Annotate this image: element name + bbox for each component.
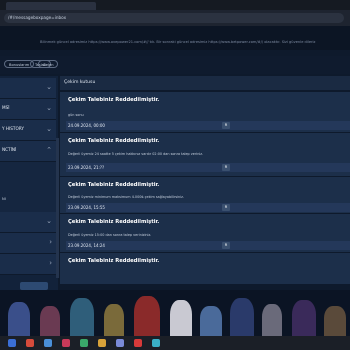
message-body: gün sonu	[68, 113, 84, 117]
message-title: Çekim Talebiniz Reddedilmiştir.	[68, 219, 160, 225]
sidebar-item-history[interactable]: Y HISTORY ⌄	[0, 120, 56, 141]
message-date: 24.09.2024, 00:00	[68, 123, 105, 128]
chevron-right-icon: ›	[49, 259, 52, 267]
sidebar-item-2[interactable]: MSİ ⌄	[0, 99, 56, 120]
message-card[interactable]: Çekim Talebiniz Reddedilmiştir.	[60, 253, 350, 284]
message-date: 23.09.2024, 21:??	[68, 165, 105, 170]
message-date: 23.09.2024, 14:24	[68, 243, 105, 248]
os-taskbar	[0, 336, 350, 350]
read-button[interactable]: R	[222, 242, 230, 249]
promo-banner	[0, 290, 350, 336]
sidebar-item-6[interactable]: ›	[0, 233, 56, 254]
app-icon[interactable]	[134, 339, 142, 347]
site-header	[0, 26, 350, 50]
chevron-up-icon: ⌃	[46, 146, 52, 154]
app-icon[interactable]	[116, 339, 124, 347]
message-date-bar: 23.09.2024, 21:?? R	[66, 163, 350, 172]
message-date-bar: 23.09.2024, 15:55 R	[66, 203, 350, 212]
app-icon[interactable]	[152, 339, 160, 347]
announcement-ticker: Bilinmek güncel adresimiz https://www.ov…	[40, 40, 316, 44]
message-title: Çekim Talebiniz Reddedilmiştir.	[68, 97, 160, 103]
message-body: Değerli üyemiz 24 saatte 5 çekim hakkını…	[68, 152, 204, 156]
message-list: Çekim Talebiniz Reddedilmiştir. gün sonu…	[60, 92, 350, 284]
chevron-down-icon: ⌄	[46, 217, 52, 225]
sidebar-submenu: NI	[0, 162, 56, 212]
app-icon[interactable]	[26, 339, 34, 347]
page-title: Çekim kutusu	[64, 80, 96, 85]
sidebar-item-label: MSİ	[2, 105, 10, 110]
chevron-down-icon: ⌄	[46, 104, 52, 112]
message-title: Çekim Talebiniz Reddedilmiştir.	[68, 182, 160, 188]
sidebar-action-button[interactable]	[20, 282, 48, 290]
sidebar-item-1[interactable]: ⌄	[0, 78, 56, 99]
start-icon[interactable]	[8, 339, 16, 347]
app-icon[interactable]	[62, 339, 70, 347]
message-body: Değerli üyemiz minimum maksimum 4.000₺ ç…	[68, 195, 184, 199]
read-button[interactable]: R	[222, 122, 230, 129]
message-body: Değerli üyemiz 15:00 dan sonra talep ver…	[68, 233, 152, 237]
url-field[interactable]: /#/messageboxpage=inbox	[4, 13, 344, 23]
chevron-right-icon: ›	[49, 238, 52, 246]
sidebar-item-label: NCTİNİ	[2, 147, 17, 152]
message-date: 23.09.2024, 15:55	[68, 205, 105, 210]
app-icon[interactable]	[44, 339, 52, 347]
chevron-down-icon: ⌄	[46, 125, 52, 133]
message-card[interactable]: Çekim Talebiniz Reddedilmiştir. Değerli …	[60, 214, 350, 253]
message-title: Çekim Talebiniz Reddedilmiştir.	[68, 258, 160, 264]
message-card[interactable]: Çekim Talebiniz Reddedilmiştir. gün sonu…	[60, 92, 350, 133]
sidebar-sub-label: NI	[2, 197, 6, 201]
address-bar: /#/messageboxpage=inbox	[0, 10, 350, 26]
sidebar-item-7[interactable]: ›	[0, 254, 56, 275]
browser-tab-bar	[0, 0, 350, 10]
message-card[interactable]: Çekim Talebiniz Reddedilmiştir. Değerli …	[60, 133, 350, 177]
sidebar-scrollbar[interactable]	[56, 138, 59, 278]
read-button[interactable]: R	[222, 164, 230, 171]
read-button[interactable]: R	[222, 204, 230, 211]
message-card[interactable]: Çekim Talebiniz Reddedilmiştir. Değerli …	[60, 177, 350, 214]
chip-inbox[interactable]: Gelen	[38, 60, 59, 68]
sidebar-item-label: Y HISTORY	[2, 126, 24, 131]
message-date-bar: 24.09.2024, 00:00 R	[66, 121, 350, 130]
app-icon[interactable]	[98, 339, 106, 347]
inbox-header: Çekim kutusu	[60, 76, 350, 90]
chevron-down-icon: ⌄	[46, 83, 52, 91]
message-date-bar: 23.09.2024, 14:24 R	[66, 241, 350, 250]
browser-tab[interactable]	[6, 2, 96, 10]
app-icon[interactable]	[80, 339, 88, 347]
sidebar-item-5[interactable]: ⌄	[0, 212, 56, 233]
message-title: Çekim Talebiniz Reddedilmiştir.	[68, 138, 160, 144]
sidebar-item-expanded[interactable]: NCTİNİ ⌃	[0, 141, 56, 162]
